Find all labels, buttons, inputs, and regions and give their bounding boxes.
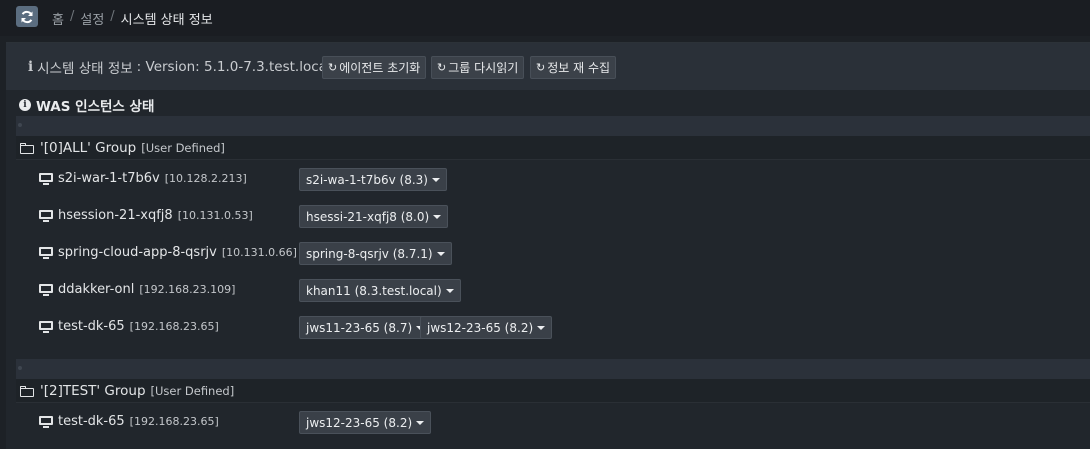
- instance-dropdown[interactable]: hsessi-21-xqfj8 (8.0): [299, 205, 449, 228]
- refresh-icon: ↻: [328, 61, 338, 74]
- monitor-icon: [39, 172, 53, 185]
- monitor-icon: [39, 209, 53, 222]
- breadcrumb-settings[interactable]: 설정: [80, 9, 104, 28]
- instance-label: s2i-wa-1-t7b6v (8.3): [306, 172, 428, 187]
- host-label: spring-cloud-app-8-qsrjv [10.131.0.66]: [39, 245, 297, 260]
- caret-down-icon: [416, 420, 425, 425]
- host-ip: [192.168.23.65]: [129, 415, 219, 428]
- breadcrumb-current: 시스템 상태 정보: [120, 13, 213, 28]
- group-spacer: [16, 116, 1090, 136]
- refresh-button[interactable]: [16, 6, 38, 27]
- top-bar: 홈 / 설정 / 시스템 상태 정보: [0, 0, 1090, 36]
- info-icon: i: [28, 59, 34, 75]
- breadcrumb-separator: /: [69, 9, 75, 24]
- was-instance-title: i WAS 인스턴스 상태: [19, 95, 154, 115]
- host-name: ddakker-onl: [58, 282, 135, 297]
- group-tag: [User Defined]: [150, 384, 235, 398]
- monitor-icon: [39, 415, 53, 428]
- group-title: '[2]TEST' Group [User Defined]: [20, 383, 234, 399]
- group-header-test: '[2]TEST' Group [User Defined]: [16, 379, 1090, 403]
- recollect-info-button[interactable]: ↻ 정보 재 수집: [530, 56, 617, 79]
- host-row: test-dk-65 [192.168.23.65] jws11-23-65 (…: [16, 308, 1090, 344]
- refresh-icon: ↻: [536, 61, 546, 74]
- host-name: spring-cloud-app-8-qsrjv: [58, 245, 217, 260]
- host-ip: [192.168.23.65]: [129, 320, 219, 333]
- host-row: spring-cloud-app-8-qsrjv [10.131.0.66] s…: [16, 234, 1090, 270]
- host-name: s2i-war-1-t7b6v: [58, 171, 160, 186]
- host-row: s2i-war-1-t7b6v [10.128.2.213] s2i-wa-1-…: [16, 160, 1090, 196]
- instance-label: khan11 (8.3.test.local): [306, 283, 442, 298]
- host-row: hsession-21-xqfj8 [10.131.0.53] hsessi-2…: [16, 197, 1090, 233]
- host-label: ddakker-onl [192.168.23.109]: [39, 282, 235, 297]
- group-header-all: '[0]ALL' Group [User Defined]: [16, 136, 1090, 160]
- instance-dropdown[interactable]: jws12-23-65 (8.2): [420, 316, 553, 339]
- breadcrumb-separator: /: [110, 9, 115, 24]
- recollect-info-label: 정보 재 수집: [547, 61, 611, 75]
- instance-label: jws12-23-65 (8.2): [427, 320, 534, 335]
- instance-label: jws12-23-65 (8.2): [306, 415, 413, 430]
- caret-down-icon: [436, 251, 445, 256]
- page-title: 시스템 상태 정보: [37, 61, 133, 77]
- host-name: test-dk-65: [58, 414, 125, 429]
- was-title-text: WAS 인스턴스 상태: [36, 99, 155, 115]
- reload-group-label: 그룹 다시읽기: [448, 61, 519, 75]
- caret-down-icon: [433, 214, 442, 219]
- group-tag: [User Defined]: [141, 141, 225, 155]
- instance-dropdown[interactable]: jws11-23-65 (8.7): [299, 316, 432, 339]
- instance-label: jws11-23-65 (8.7): [306, 320, 413, 335]
- reset-agent-label: 에이전트 초기화: [339, 61, 421, 75]
- host-name: hsession-21-xqfj8: [58, 208, 173, 223]
- host-name: test-dk-65: [58, 319, 125, 334]
- instance-dropdown[interactable]: khan11 (8.3.test.local): [299, 279, 461, 302]
- system-info-line: i 시스템 상태 정보 : Version: 5.1.0-7.3.test.lo…: [28, 57, 331, 77]
- host-label: s2i-war-1-t7b6v [10.128.2.213]: [39, 171, 247, 186]
- host-ip: [10.131.0.53]: [177, 209, 253, 222]
- refresh-icon: [21, 10, 33, 23]
- folder-open-icon: [20, 385, 35, 397]
- host-label: hsession-21-xqfj8 [10.131.0.53]: [39, 208, 253, 223]
- caret-down-icon: [537, 325, 546, 330]
- group-spacer: [16, 359, 1090, 379]
- host-label: test-dk-65 [192.168.23.65]: [39, 319, 219, 334]
- folder-open-icon: [20, 142, 35, 154]
- version-text: : Version: 5.1.0-7.3.test.local: [136, 59, 331, 75]
- host-ip: [192.168.23.109]: [139, 283, 236, 296]
- host-ip: [10.128.2.213]: [164, 172, 247, 185]
- instance-dropdown[interactable]: spring-8-qsrjv (8.7.1): [299, 242, 452, 265]
- refresh-icon: ↻: [437, 61, 447, 74]
- host-label: test-dk-65 [192.168.23.65]: [39, 414, 219, 429]
- group-name: '[0]ALL' Group: [40, 140, 137, 156]
- caret-down-icon: [445, 288, 454, 293]
- host-ip: [10.131.0.66]: [221, 246, 297, 259]
- instance-dropdown[interactable]: s2i-wa-1-t7b6v (8.3): [299, 168, 447, 191]
- monitor-icon: [39, 246, 53, 259]
- group-title: '[0]ALL' Group [User Defined]: [20, 140, 225, 156]
- host-row: test-dk-65 [192.168.23.65] jws12-23-65 (…: [16, 403, 1090, 439]
- monitor-icon: [39, 283, 53, 296]
- host-row: ddakker-onl [192.168.23.109] khan11 (8.3…: [16, 271, 1090, 307]
- breadcrumb-home[interactable]: 홈: [52, 9, 64, 28]
- instance-label: spring-8-qsrjv (8.7.1): [306, 246, 433, 261]
- instance-label: hsessi-21-xqfj8 (8.0): [306, 209, 430, 224]
- caret-down-icon: [431, 177, 440, 182]
- panel-header: i 시스템 상태 정보 : Version: 5.1.0-7.3.test.lo…: [6, 43, 1090, 90]
- group-name: '[2]TEST' Group: [40, 383, 146, 399]
- reload-group-button[interactable]: ↻ 그룹 다시읽기: [431, 56, 525, 79]
- instance-dropdown[interactable]: jws12-23-65 (8.2): [299, 411, 432, 434]
- system-status-panel: i 시스템 상태 정보 : Version: 5.1.0-7.3.test.lo…: [6, 42, 1090, 449]
- reset-agent-button[interactable]: ↻ 에이전트 초기화: [322, 56, 427, 79]
- info-circle-icon: i: [19, 99, 31, 111]
- breadcrumb: 홈 / 설정 / 시스템 상태 정보: [52, 9, 213, 28]
- monitor-icon: [39, 320, 53, 333]
